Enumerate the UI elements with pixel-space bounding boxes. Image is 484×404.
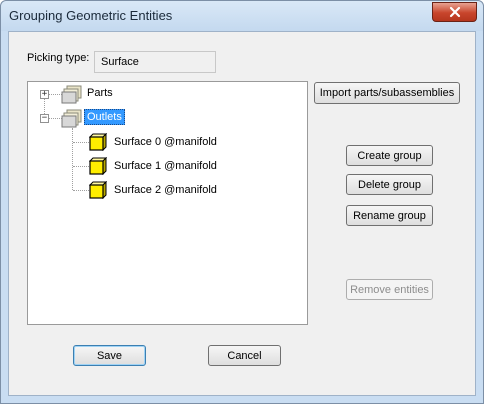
tree-connector: [72, 128, 73, 190]
remove-entities-button[interactable]: Remove entities: [346, 279, 433, 300]
outlets-expander[interactable]: −: [40, 114, 49, 123]
tree-connector: [48, 118, 62, 119]
window-title: Grouping Geometric Entities: [9, 8, 173, 23]
tree-node-surface-1[interactable]: Surface 1 @manifold: [112, 159, 219, 173]
cancel-button[interactable]: Cancel: [208, 345, 281, 366]
close-icon: [449, 6, 460, 18]
parts-expander[interactable]: +: [40, 90, 49, 99]
tree-node-surface-0[interactable]: Surface 0 @manifold: [112, 135, 219, 149]
parts-folder-icon: [61, 85, 82, 104]
dialog-window: Grouping Geometric Entities Picking type…: [0, 0, 484, 404]
group-tree[interactable]: + Parts − Outlets Surface 0 @manifold Su…: [27, 81, 308, 325]
close-button[interactable]: [432, 2, 477, 22]
tree-node-surface-2[interactable]: Surface 2 @manifold: [112, 183, 219, 197]
create-group-button[interactable]: Create group: [346, 145, 433, 166]
picking-type-field: Surface: [94, 51, 216, 73]
picking-type-label: Picking type:: [27, 52, 90, 64]
tree-node-outlets[interactable]: Outlets: [84, 109, 125, 125]
surface-cube-icon: [89, 157, 107, 175]
rename-group-button[interactable]: Rename group: [346, 205, 433, 226]
surface-cube-icon: [89, 133, 107, 151]
tree-connector: [48, 94, 62, 95]
save-button[interactable]: Save: [73, 345, 146, 366]
title-bar[interactable]: Grouping Geometric Entities: [1, 1, 483, 31]
delete-group-button[interactable]: Delete group: [346, 174, 433, 195]
dialog-client-area: Picking type: Surface + Parts − Outlets: [8, 31, 476, 396]
tree-connector: [73, 190, 89, 191]
tree-node-parts[interactable]: Parts: [85, 86, 115, 100]
outlets-folder-icon: [61, 109, 82, 128]
tree-connector: [73, 142, 89, 143]
import-parts-button[interactable]: Import parts/subassemblies: [314, 82, 460, 104]
tree-connector: [73, 166, 89, 167]
surface-cube-icon: [89, 181, 107, 199]
